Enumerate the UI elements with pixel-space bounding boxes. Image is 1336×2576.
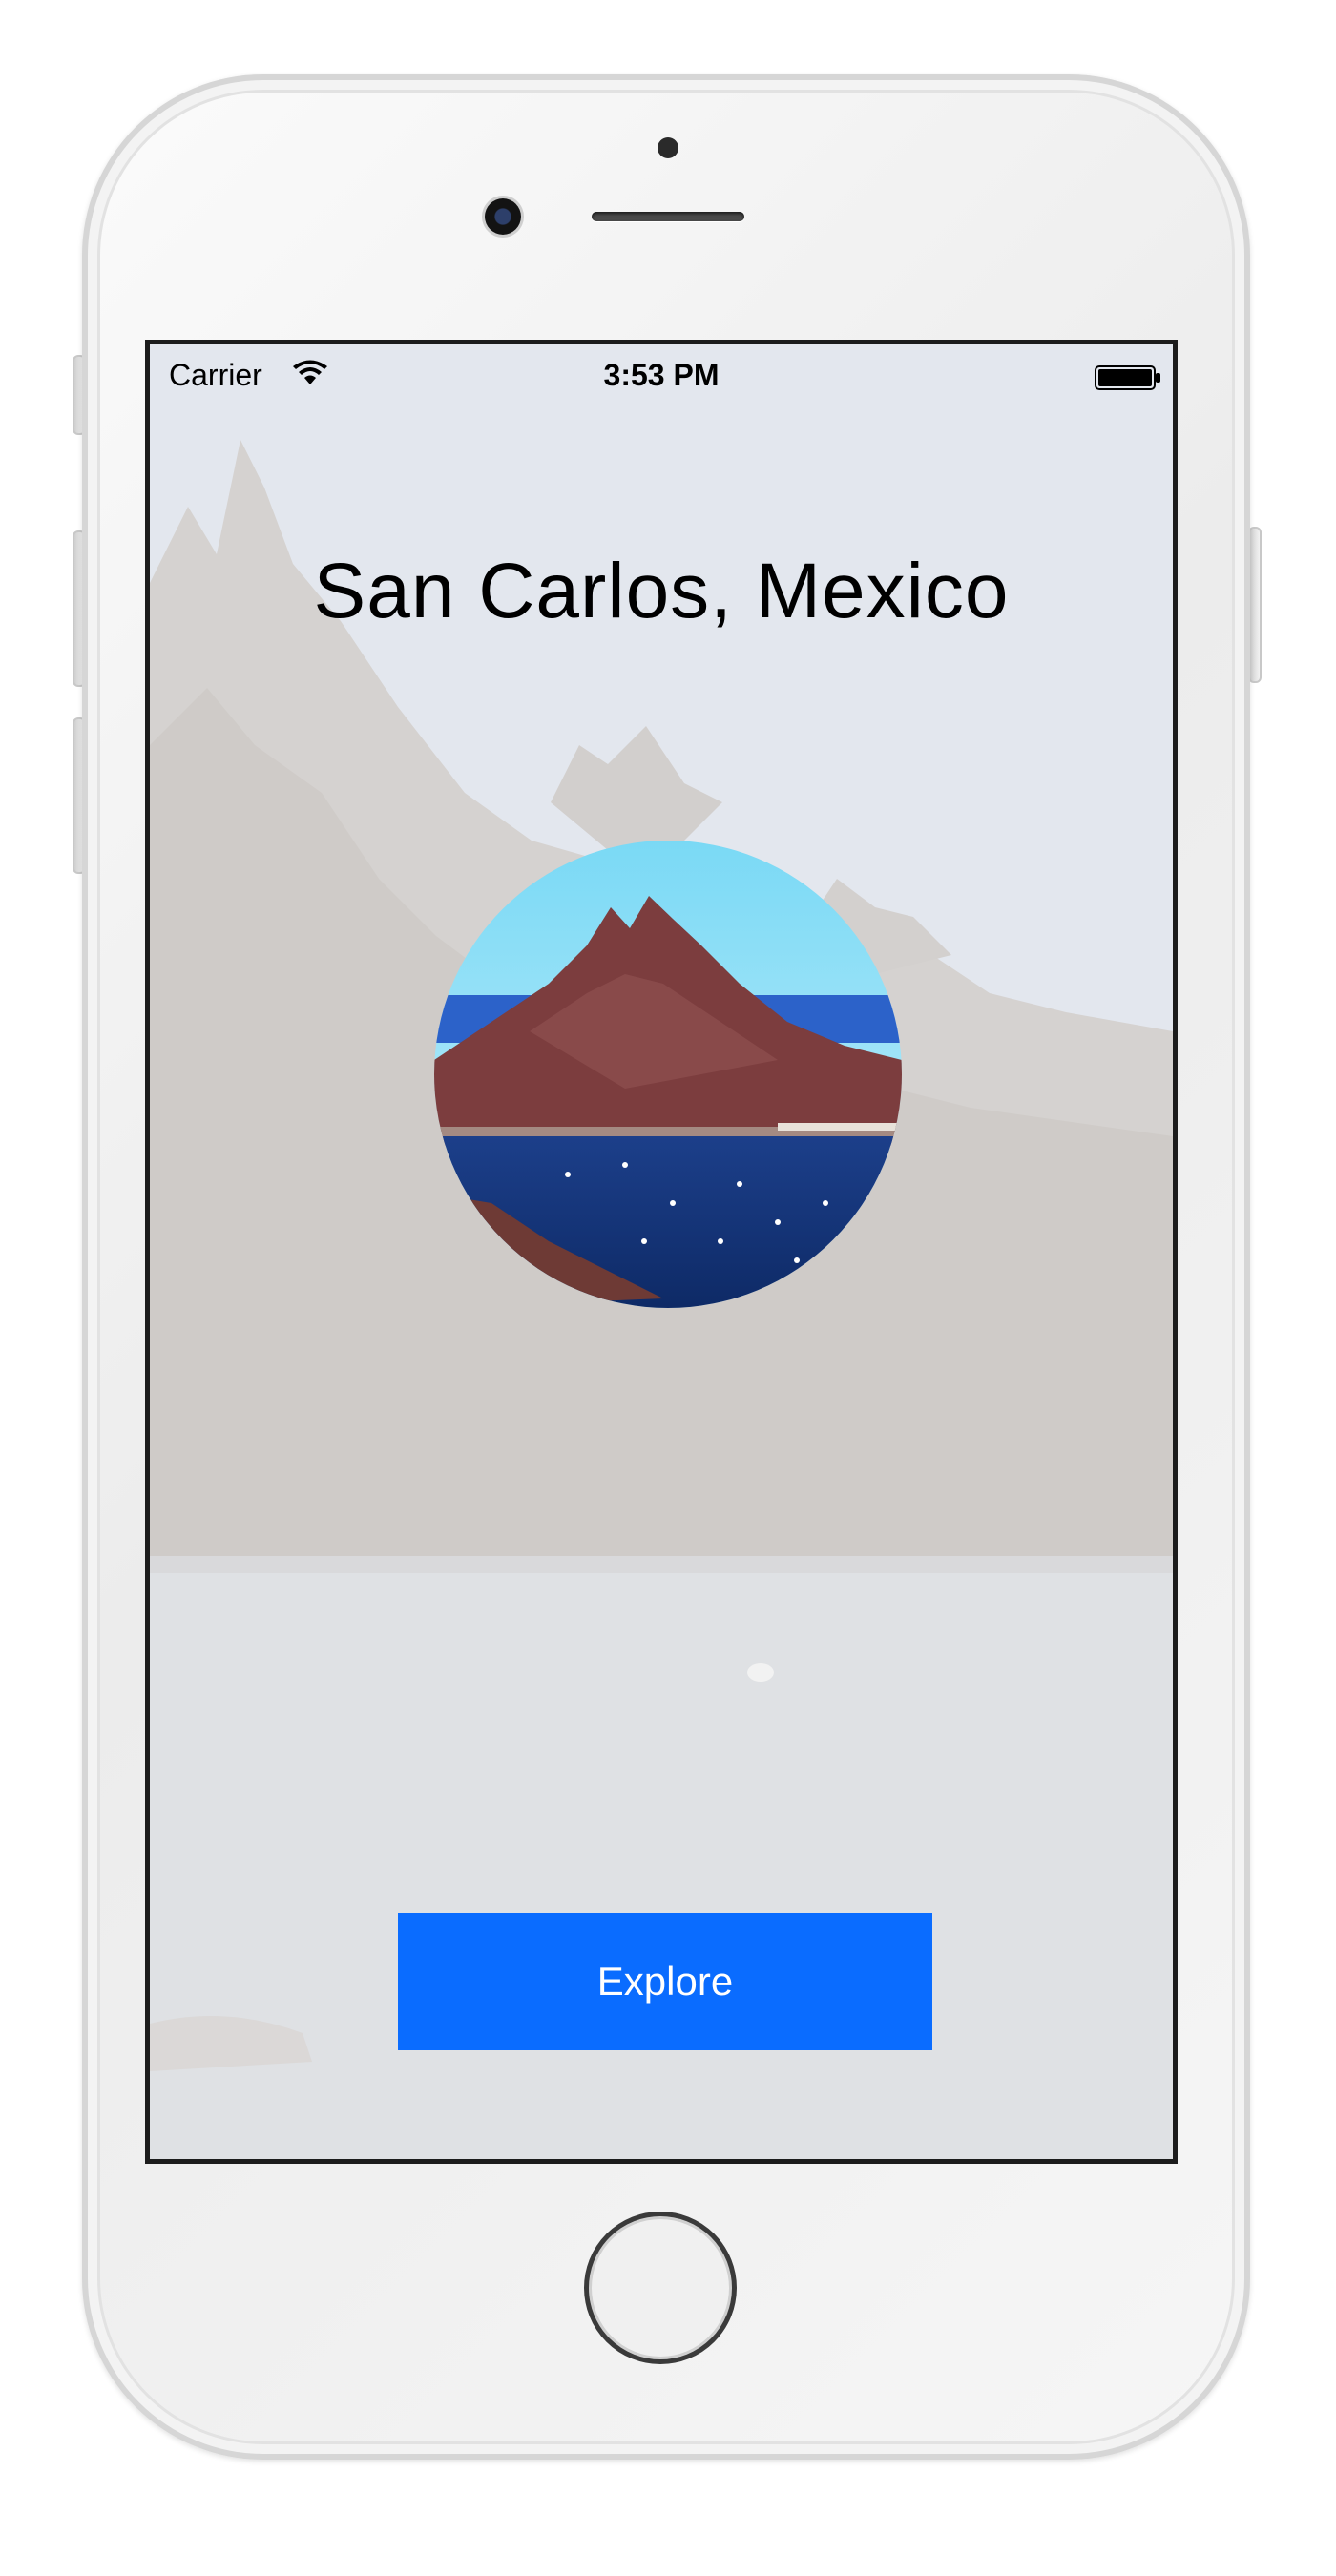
status-bar: Carrier 3:53 PM <box>150 344 1173 402</box>
power-button[interactable] <box>1248 527 1262 683</box>
front-camera-icon <box>485 198 521 235</box>
proximity-sensor <box>658 137 678 158</box>
explore-button[interactable]: Explore <box>398 1913 932 2050</box>
app-screen: Carrier 3:53 PM San Carlos, Mexico Explo… <box>145 340 1178 2164</box>
home-button[interactable] <box>584 2212 737 2364</box>
battery-full-icon <box>1095 365 1160 390</box>
mountain-bay-photo <box>434 841 902 1308</box>
page: Carrier 3:53 PM San Carlos, Mexico Explo… <box>0 0 1336 2576</box>
page-title: San Carlos, Mexico <box>313 548 1010 634</box>
status-time: 3:53 PM <box>603 358 720 392</box>
earpiece-speaker <box>592 212 744 221</box>
